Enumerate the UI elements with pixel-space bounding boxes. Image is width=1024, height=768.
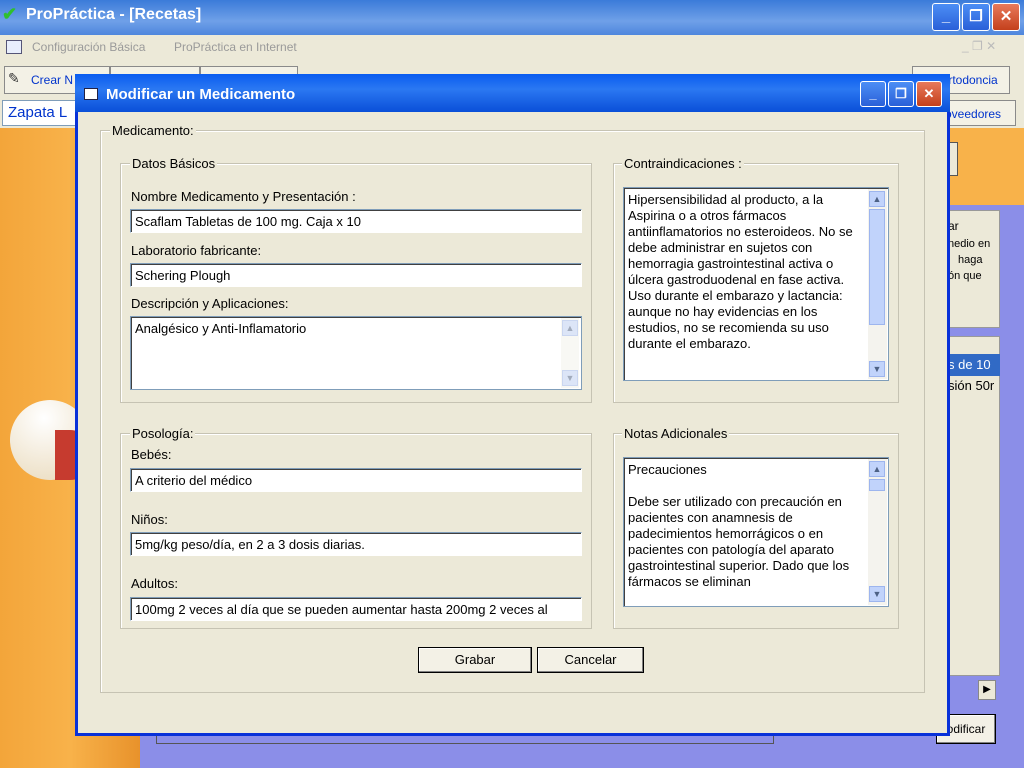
close-icon[interactable]: ✕ (992, 3, 1020, 31)
contra-scroll-up-icon[interactable]: ▲ (869, 191, 885, 207)
bg-list-item-2[interactable]: sión 50r (948, 378, 1000, 393)
app-check-icon: ✔ (2, 4, 18, 24)
mdi-controls-icon[interactable]: _ ❐ ✕ (962, 39, 996, 53)
nombre-input[interactable]: Scaflam Tabletas de 100 mg. Caja x 10 (130, 209, 582, 233)
menubar (0, 35, 1024, 61)
notas-scroll-up-icon[interactable]: ▲ (869, 461, 885, 477)
datos-basicos-legend: Datos Básicos (130, 156, 218, 171)
nombre-label: Nombre Medicamento y Presentación : (131, 189, 356, 204)
dialog-title: Modificar un Medicamento (106, 86, 296, 103)
descripcion-label: Descripción y Aplicaciones: (131, 296, 289, 311)
menu-configuracion[interactable]: Configuración Básica (32, 40, 145, 54)
dialog-close-icon[interactable]: ✕ (916, 81, 942, 107)
bebes-label: Bebés: (131, 447, 172, 462)
notas-scroll-thumb[interactable] (869, 479, 885, 491)
proveedores-label: oveedores (945, 107, 1002, 121)
notas-body: Debe ser utilizado con precaución en pac… (628, 494, 850, 589)
bebes-input[interactable]: A criterio del médico (130, 468, 582, 492)
ninos-input[interactable]: 5mg/kg peso/día, en 2 a 3 dosis diarias. (130, 532, 582, 556)
contraindicaciones-textarea[interactable]: Hipersensibilidad al producto, a la Aspi… (623, 187, 889, 381)
medicamento-legend: Medicamento: (110, 123, 196, 138)
descripcion-textarea[interactable]: Analgésico y Anti-Inflamatorio (130, 316, 582, 390)
contra-scroll-down-icon[interactable]: ▼ (869, 361, 885, 377)
dialog-maximize-icon[interactable]: ❐ (888, 81, 914, 107)
bg-snippet-4: ón que (948, 270, 982, 282)
menu-internet[interactable]: ProPráctica en Internet (174, 40, 297, 54)
contraindicaciones-legend: Contraindicaciones : (622, 156, 744, 171)
laboratorio-label: Laboratorio fabricante: (131, 243, 262, 258)
main-window-title: ProPráctica - [Recetas] (26, 6, 202, 23)
pen-icon: ✎ (8, 70, 20, 86)
dialog-minimize-icon[interactable]: _ (860, 81, 886, 107)
posologia-legend: Posología: (130, 426, 196, 441)
bg-snippet-3: haga (958, 254, 983, 266)
laboratorio-input[interactable]: Schering Plough (130, 263, 582, 287)
bg-snippet-2: nedio en (948, 238, 991, 250)
crear-label: Crear N (31, 73, 74, 87)
bg-list-item-1[interactable]: s de 10 (948, 354, 1000, 376)
modificar-label: odificar (946, 722, 986, 736)
dialog-window-icon (84, 88, 98, 100)
config-icon[interactable] (6, 40, 22, 54)
patient-field[interactable]: Zapata L (2, 100, 82, 126)
notas-title: Precauciones (628, 462, 707, 477)
notas-scroll-down-icon[interactable]: ▼ (869, 586, 885, 602)
bg-scroll-right-icon[interactable]: ▶ (978, 680, 996, 700)
adultos-input[interactable]: 100mg 2 veces al día que se pueden aumen… (130, 597, 582, 621)
ninos-label: Niños: (131, 512, 168, 527)
notas-textarea[interactable]: Precauciones Debe ser utilizado con prec… (623, 457, 889, 607)
descripcion-scroll-down-icon[interactable]: ▼ (562, 370, 578, 386)
cancelar-button[interactable]: Cancelar (537, 647, 644, 673)
adultos-label: Adultos: (131, 576, 178, 591)
contra-scroll-thumb[interactable] (869, 209, 885, 325)
grabar-button[interactable]: Grabar (418, 647, 532, 673)
minimize-icon[interactable]: _ (932, 3, 960, 31)
maximize-icon[interactable]: ❐ (962, 3, 990, 31)
proveedores-button[interactable]: oveedores (940, 100, 1016, 126)
descripcion-scroll-up-icon[interactable]: ▲ (562, 320, 578, 336)
notas-legend: Notas Adicionales (622, 426, 730, 441)
